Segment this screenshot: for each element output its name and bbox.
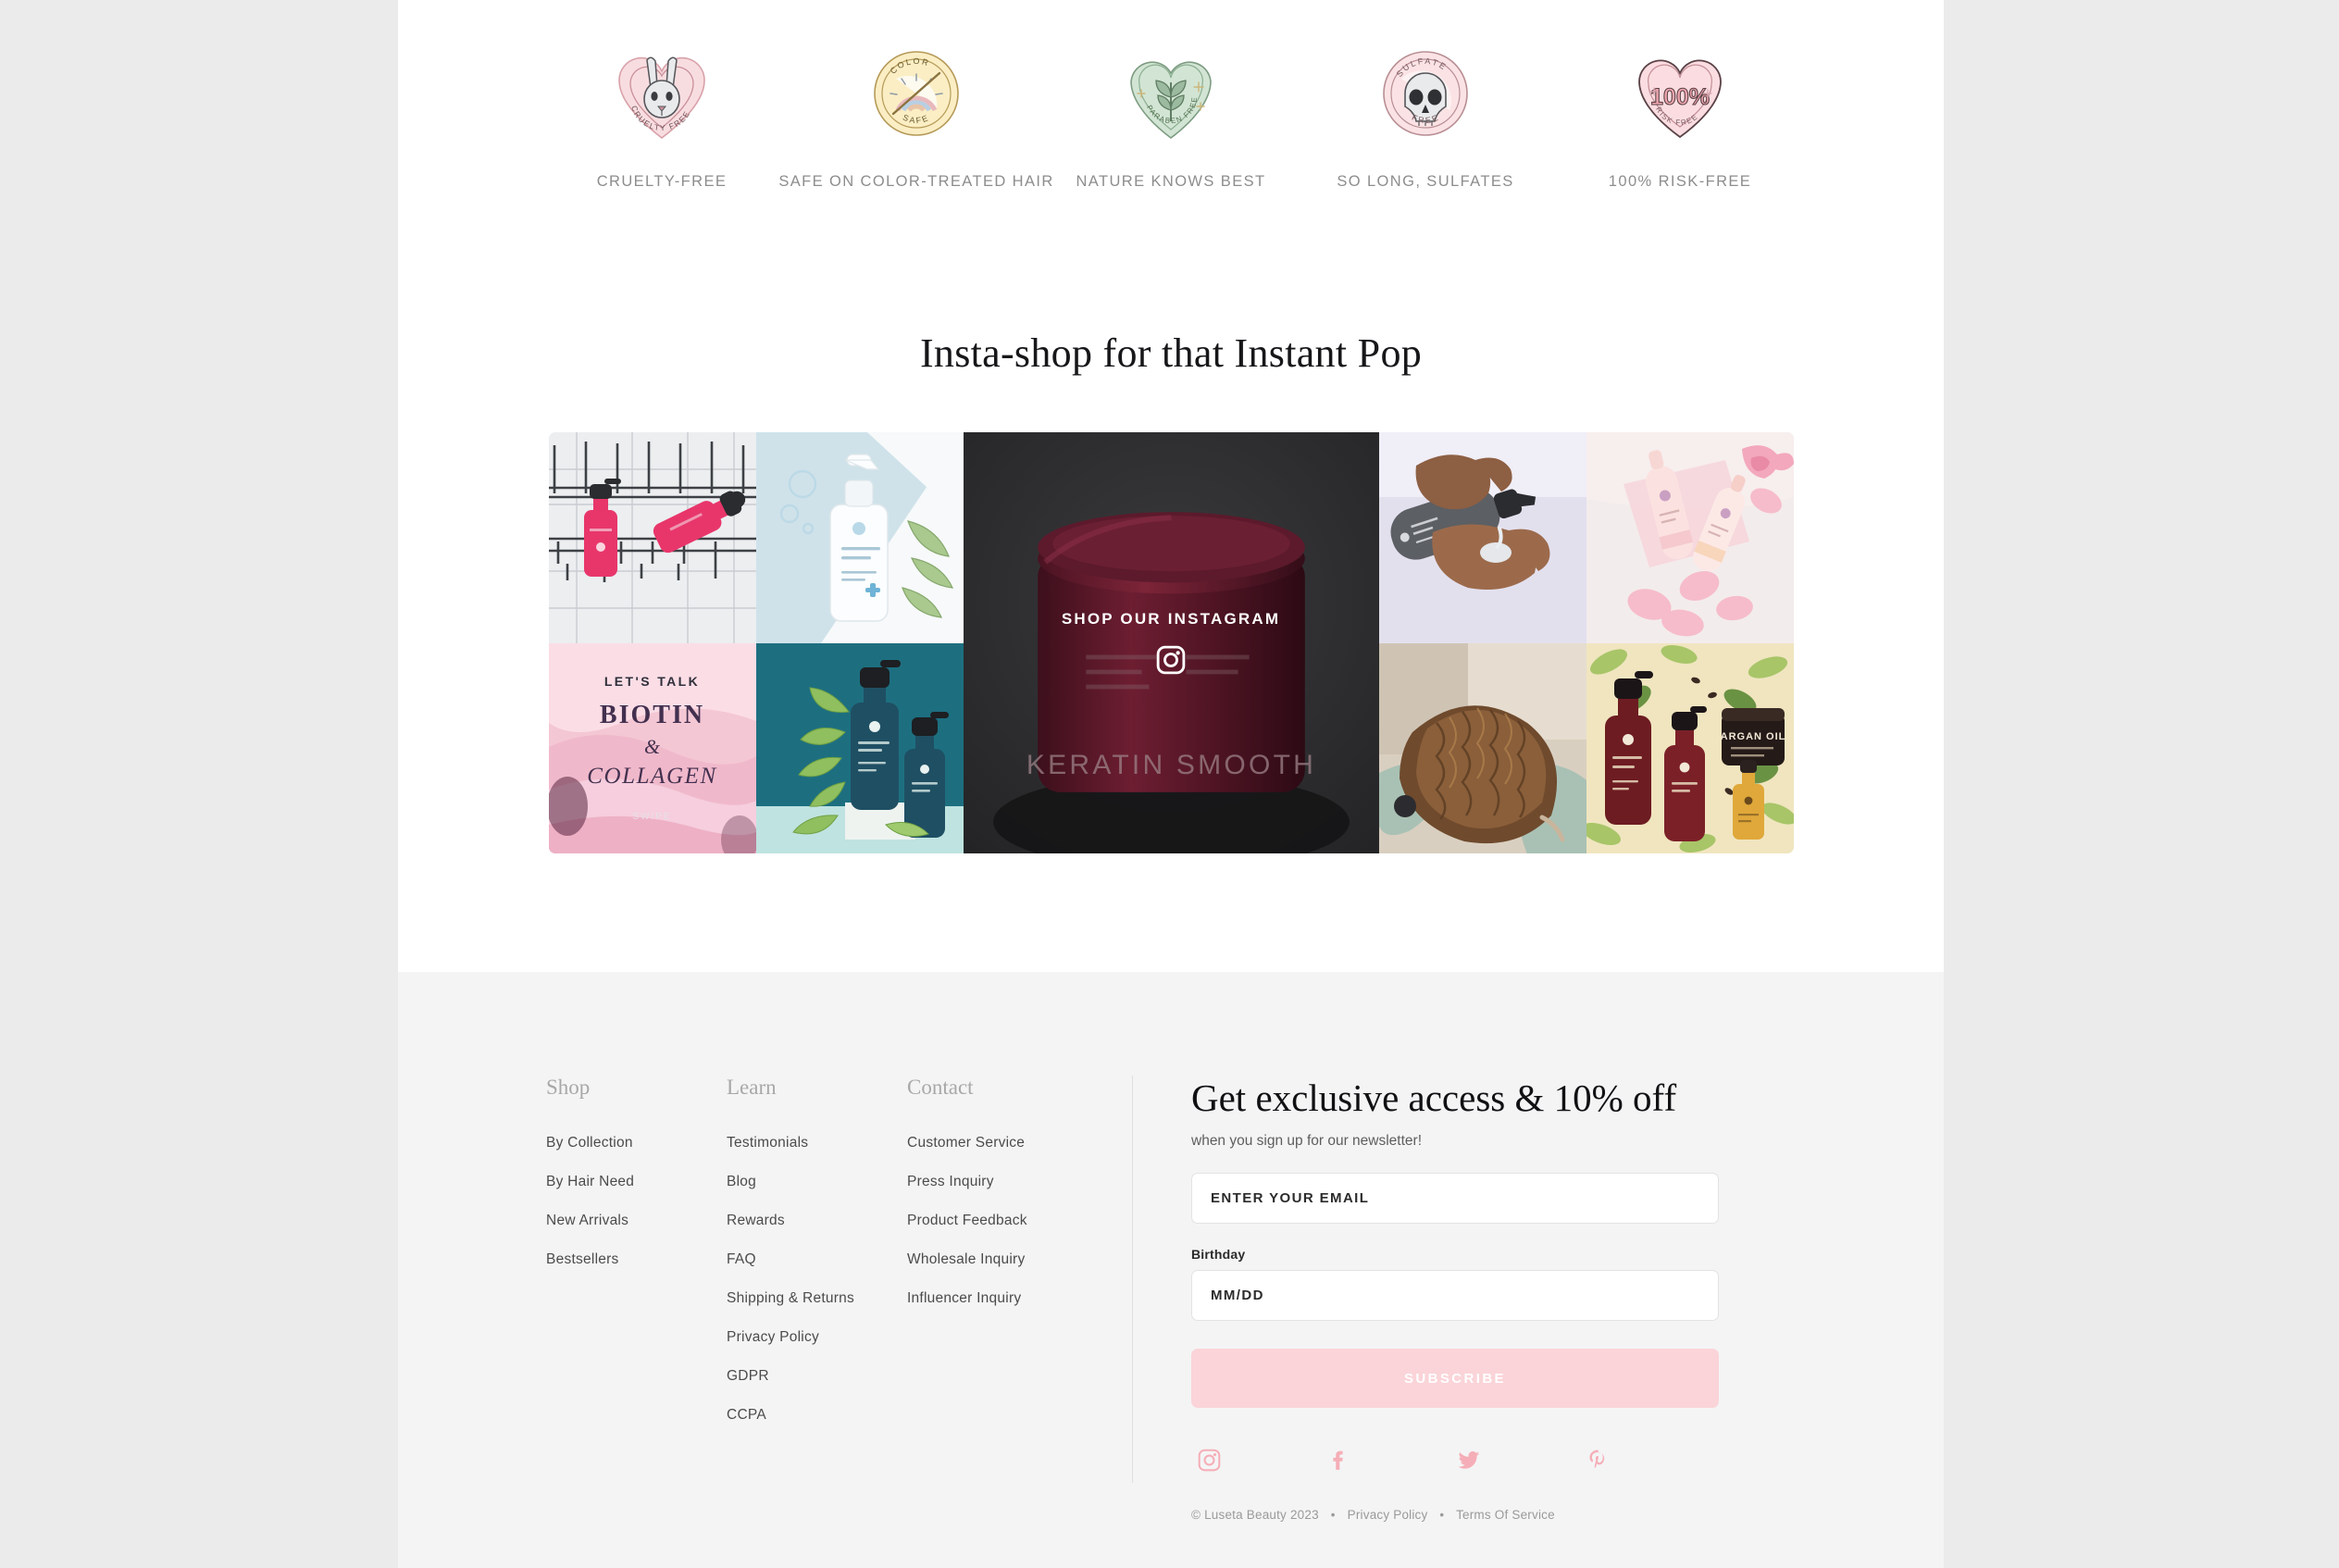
badge-so-long-sulfates[interactable]: SULFATE FREE SO LONG, SULFATES [1310, 42, 1541, 191]
gallery-tile-pink-bottles-in-shower-caddy[interactable] [548, 432, 756, 643]
footer-link-new-arrivals[interactable]: New Arrivals [546, 1213, 727, 1229]
gallery-tile-biotin-collagen-promo[interactable]: LET'S TALK BIOTIN & COLLAGEN SWIPE [548, 642, 756, 854]
bunny-heart-badge-icon: CRUELTY FREE [610, 42, 714, 145]
footer-link-faq[interactable]: FAQ [727, 1251, 907, 1268]
badge-color-safe[interactable]: COLOR SAFE SAFE ON COLOR-TREATED HAIR [778, 42, 1052, 191]
badge-label: SAFE ON COLOR-TREATED HAIR [778, 173, 1054, 190]
instagram-icon[interactable] [1155, 644, 1187, 676]
facebook-icon[interactable] [1326, 1448, 1351, 1473]
instagram-section-heading: Insta-shop for that Instant Pop [919, 330, 1423, 376]
badge-risk-free[interactable]: 100% RISK FREE 100% RISK-FREE [1564, 42, 1796, 191]
footer-link-gdpr[interactable]: GDPR [727, 1368, 907, 1385]
twitter-icon[interactable] [1456, 1448, 1481, 1473]
legal-line: © Luseta Beauty 2023 • Privacy Policy • … [1191, 1508, 1719, 1522]
newsletter-subtitle: when you sign up for our newsletter! [1191, 1133, 1422, 1149]
caption-collagen: COLLAGEN [587, 764, 717, 790]
newsletter-signup: Get exclusive access & 10% off when you … [1191, 1076, 1719, 1522]
instagram-cta-overlay[interactable]: SHOP OUR INSTAGRAM [964, 432, 1379, 853]
footer-column-title: Learn [727, 1076, 777, 1099]
footer-link-by-hair-need[interactable]: By Hair Need [546, 1174, 727, 1190]
heart-100-risk-free-badge-icon: 100% RISK FREE [1628, 42, 1732, 145]
copyright-text: © Luseta Beauty 2023 [1191, 1508, 1319, 1522]
footer-link-influencer-inquiry[interactable]: Influencer Inquiry [907, 1290, 1106, 1307]
legal-separator: • [1330, 1508, 1336, 1522]
gallery-tile-keratin-smooth-mask-jar[interactable]: KERATIN SMOOTH SHOP OUR INSTAGRAM [963, 432, 1379, 853]
instagram-icon[interactable] [1197, 1448, 1222, 1473]
badge-label: CRUELTY-FREE [596, 173, 728, 190]
footer-link-privacy-policy[interactable]: Privacy Policy [727, 1329, 907, 1346]
instagram-gallery: LET'S TALK BIOTIN & COLLAGEN SWIPE KERAT… [548, 432, 1794, 854]
footer-link-ccpa[interactable]: CCPA [727, 1407, 907, 1424]
gallery-right-group: ARGAN OIL [1378, 432, 1794, 853]
gallery-tile-teal-bottles-with-leaves[interactable] [755, 642, 964, 853]
footer-link-press-inquiry[interactable]: Press Inquiry [907, 1174, 1106, 1190]
skull-sulfate-free-badge-icon: SULFATE FREE [1374, 42, 1477, 145]
footer-link-bestsellers[interactable]: Bestsellers [546, 1251, 727, 1268]
footer-link-by-collection[interactable]: By Collection [546, 1135, 727, 1151]
shop-our-instagram-label: SHOP OUR INSTAGRAM [1061, 610, 1281, 628]
footer-divider [1132, 1076, 1133, 1483]
caption-ampersand: & [643, 735, 661, 759]
gallery-tile-hands-dispensing-product[interactable] [1378, 432, 1586, 643]
email-input[interactable] [1191, 1173, 1719, 1224]
gallery-tile-white-blue-bottle-with-aloe[interactable] [755, 432, 964, 643]
legal-link-terms-of-service[interactable]: Terms Of Service [1456, 1508, 1555, 1522]
site-footer: Shop By Collection By Hair Need New Arri… [398, 972, 1944, 1568]
biotin-collagen-caption: LET'S TALK BIOTIN & COLLAGEN SWIPE [549, 643, 756, 854]
trust-badges-row: CRUELTY FREE CRUELTY-FREE COLOR SAFE SAF… [398, 0, 1944, 191]
badge-label: 100% RISK-FREE [1608, 173, 1752, 190]
legal-separator: • [1439, 1508, 1445, 1522]
gallery-tile-curly-hair-back-view[interactable] [1378, 642, 1586, 853]
footer-link-blog[interactable]: Blog [727, 1174, 907, 1190]
caption-biotin: BIOTIN [599, 701, 705, 730]
footer-column-shop: Shop By Collection By Hair Need New Arri… [546, 1076, 727, 1522]
footer-link-shipping-returns[interactable]: Shipping & Returns [727, 1290, 907, 1307]
footer-column-contact: Contact Customer Service Press Inquiry P… [907, 1076, 1106, 1522]
rainbow-color-safe-badge-icon: COLOR SAFE [865, 42, 968, 145]
gallery-tile-rose-products-flatlay[interactable] [1586, 432, 1794, 643]
footer-column-learn: Learn Testimonials Blog Rewards FAQ Ship… [727, 1076, 907, 1522]
footer-column-title: Shop [546, 1076, 591, 1099]
birthday-input[interactable] [1191, 1270, 1719, 1321]
gallery-left-group: LET'S TALK BIOTIN & COLLAGEN SWIPE [548, 432, 964, 854]
legal-link-privacy-policy[interactable]: Privacy Policy [1348, 1508, 1428, 1522]
leaf-heart-paraben-free-badge-icon: PARABEN FREE [1119, 42, 1223, 145]
footer-link-wholesale-inquiry[interactable]: Wholesale Inquiry [907, 1251, 1106, 1268]
pinterest-icon[interactable] [1586, 1448, 1611, 1473]
badge-label: NATURE KNOWS BEST [1076, 173, 1266, 190]
badge-cruelty-free[interactable]: CRUELTY FREE CRUELTY-FREE [546, 42, 778, 191]
page-content: CRUELTY FREE CRUELTY-FREE COLOR SAFE SAF… [398, 0, 1944, 1568]
subscribe-button[interactable]: SUBSCRIBE [1191, 1349, 1719, 1408]
social-links [1191, 1448, 1719, 1473]
footer-column-title: Contact [907, 1076, 974, 1099]
footer-link-rewards[interactable]: Rewards [727, 1213, 907, 1229]
badge-label: SO LONG, SULFATES [1337, 173, 1514, 190]
caption-swipe: SWIPE [632, 812, 672, 823]
svg-text:ARGAN OIL: ARGAN OIL [1720, 731, 1785, 742]
caption-lets-talk: LET'S TALK [603, 674, 701, 690]
footer-link-customer-service[interactable]: Customer Service [907, 1135, 1106, 1151]
footer-link-product-feedback[interactable]: Product Feedback [907, 1213, 1106, 1229]
footer-link-testimonials[interactable]: Testimonials [727, 1135, 907, 1151]
badge-nature-knows-best[interactable]: PARABEN FREE NATURE KNOWS BEST [1055, 42, 1287, 191]
birthday-label: Birthday [1191, 1247, 1246, 1262]
gallery-tile-argan-oil-collection[interactable]: ARGAN OIL [1586, 642, 1794, 853]
svg-text:100%: 100% [1650, 84, 1710, 110]
newsletter-title: Get exclusive access & 10% off [1191, 1076, 1677, 1119]
